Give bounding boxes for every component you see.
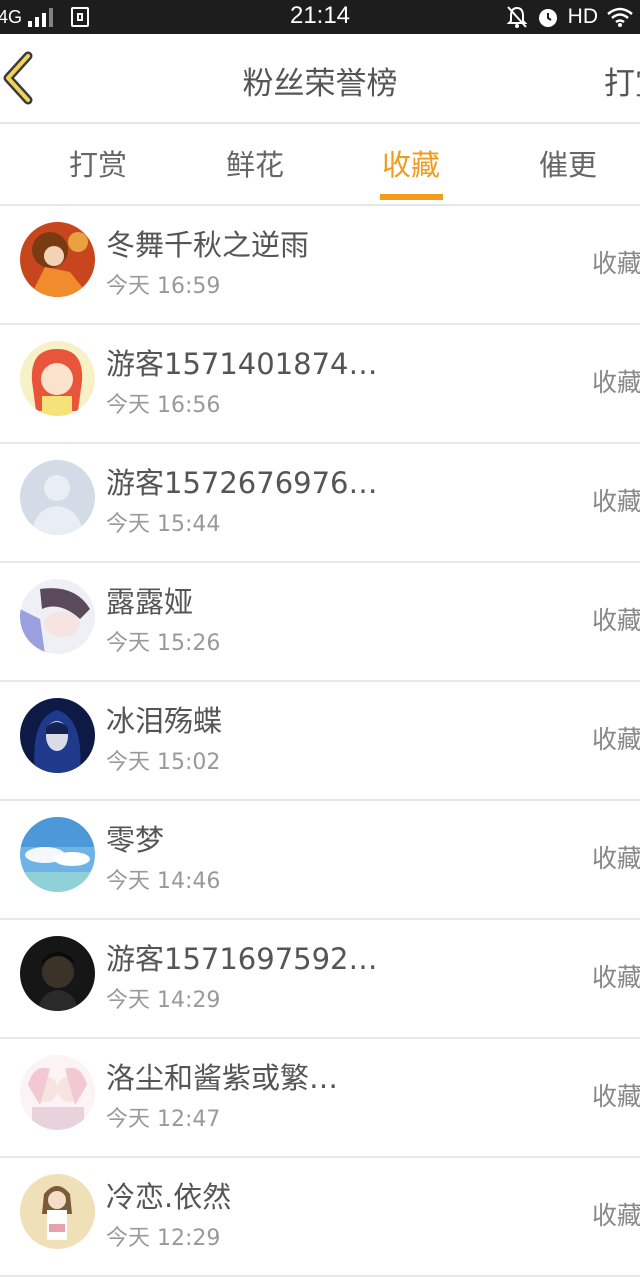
fan-name: 冷恋.依然 [106, 1180, 232, 1214]
fan-time: 今天 12:47 [106, 1107, 221, 1132]
hd-indicator: HD [567, 5, 598, 28]
list-item[interactable]: 游客1571401874… 今天 16:56 收藏 [0, 325, 640, 444]
tab-reward[interactable]: 打赏 [38, 142, 158, 184]
header-reward-button[interactable]: 打赏 [604, 58, 640, 103]
avatar [20, 579, 95, 654]
page-title: 粉丝荣誉榜 [242, 66, 398, 102]
fan-action: 收藏 [592, 368, 640, 397]
list-item[interactable]: 零梦 今天 14:46 收藏 [0, 801, 640, 920]
fan-name: 冬舞千秋之逆雨 [106, 228, 310, 262]
fan-time: 今天 16:59 [106, 274, 221, 299]
list-item[interactable]: 露露娅 今天 15:26 收藏 [0, 563, 640, 682]
avatar [20, 698, 95, 773]
list-item[interactable]: 洛尘和酱紫或繁… 今天 12:47 收藏 [0, 1039, 640, 1158]
avatar [20, 1174, 95, 1249]
status-bar: 4G 21:14 HD [0, 0, 640, 34]
fan-time: 今天 14:46 [106, 869, 221, 894]
fan-action: 收藏 [592, 249, 640, 278]
wifi-icon [607, 7, 633, 27]
avatar [20, 222, 95, 297]
avatar [20, 936, 95, 1011]
list-item[interactable]: 游客1571697592… 今天 14:29 收藏 [0, 920, 640, 1039]
fan-name: 游客1571401874… [106, 347, 378, 381]
alarm-icon [538, 9, 557, 27]
fan-action: 收藏 [592, 725, 640, 754]
tab-flowers[interactable]: 鲜花 [195, 142, 315, 184]
fan-name: 洛尘和酱紫或繁… [106, 1061, 339, 1095]
fan-action: 收藏 [592, 487, 640, 516]
fan-name: 零梦 [106, 823, 165, 857]
fan-name: 冰泪殇蝶 [106, 704, 223, 738]
list-item[interactable]: 游客1572676976… 今天 15:44 收藏 [0, 444, 640, 563]
fan-name: 游客1571697592… [106, 942, 378, 976]
list-item[interactable]: 冬舞千秋之逆雨 今天 16:59 收藏 [0, 206, 640, 325]
avatar [20, 341, 95, 416]
fan-action: 收藏 [592, 844, 640, 873]
tab-bar: 打赏 鲜花 收藏 催更 [0, 124, 640, 206]
fan-action: 收藏 [592, 1201, 640, 1230]
fan-time: 今天 12:29 [106, 1226, 221, 1251]
header: 粉丝荣誉榜 打赏 [0, 34, 640, 124]
status-right: HD [506, 3, 634, 31]
fan-time: 今天 14:29 [106, 988, 221, 1013]
tab-favorites[interactable]: 收藏 [351, 142, 471, 184]
fan-name: 游客1572676976… [106, 466, 378, 500]
fan-name: 露露娅 [106, 585, 194, 619]
fan-list: 冬舞千秋之逆雨 今天 16:59 收藏 游客1571401874… 今天 16:… [0, 206, 640, 1277]
tab-active-indicator [380, 194, 443, 200]
fan-time: 今天 15:02 [106, 750, 221, 775]
avatar [20, 460, 95, 535]
avatar [20, 817, 95, 892]
mute-bell-icon [506, 6, 528, 28]
list-item[interactable]: 冷恋.依然 今天 12:29 收藏 [0, 1158, 640, 1277]
fan-action: 收藏 [592, 606, 640, 635]
avatar [20, 1055, 95, 1130]
fan-time: 今天 16:56 [106, 393, 221, 418]
tab-urge-update[interactable]: 催更 [508, 142, 628, 184]
fan-time: 今天 15:44 [106, 512, 221, 537]
fan-action: 收藏 [592, 1082, 640, 1111]
fan-time: 今天 15:26 [106, 631, 221, 656]
fan-action: 收藏 [592, 963, 640, 992]
list-item[interactable]: 冰泪殇蝶 今天 15:02 收藏 [0, 682, 640, 801]
